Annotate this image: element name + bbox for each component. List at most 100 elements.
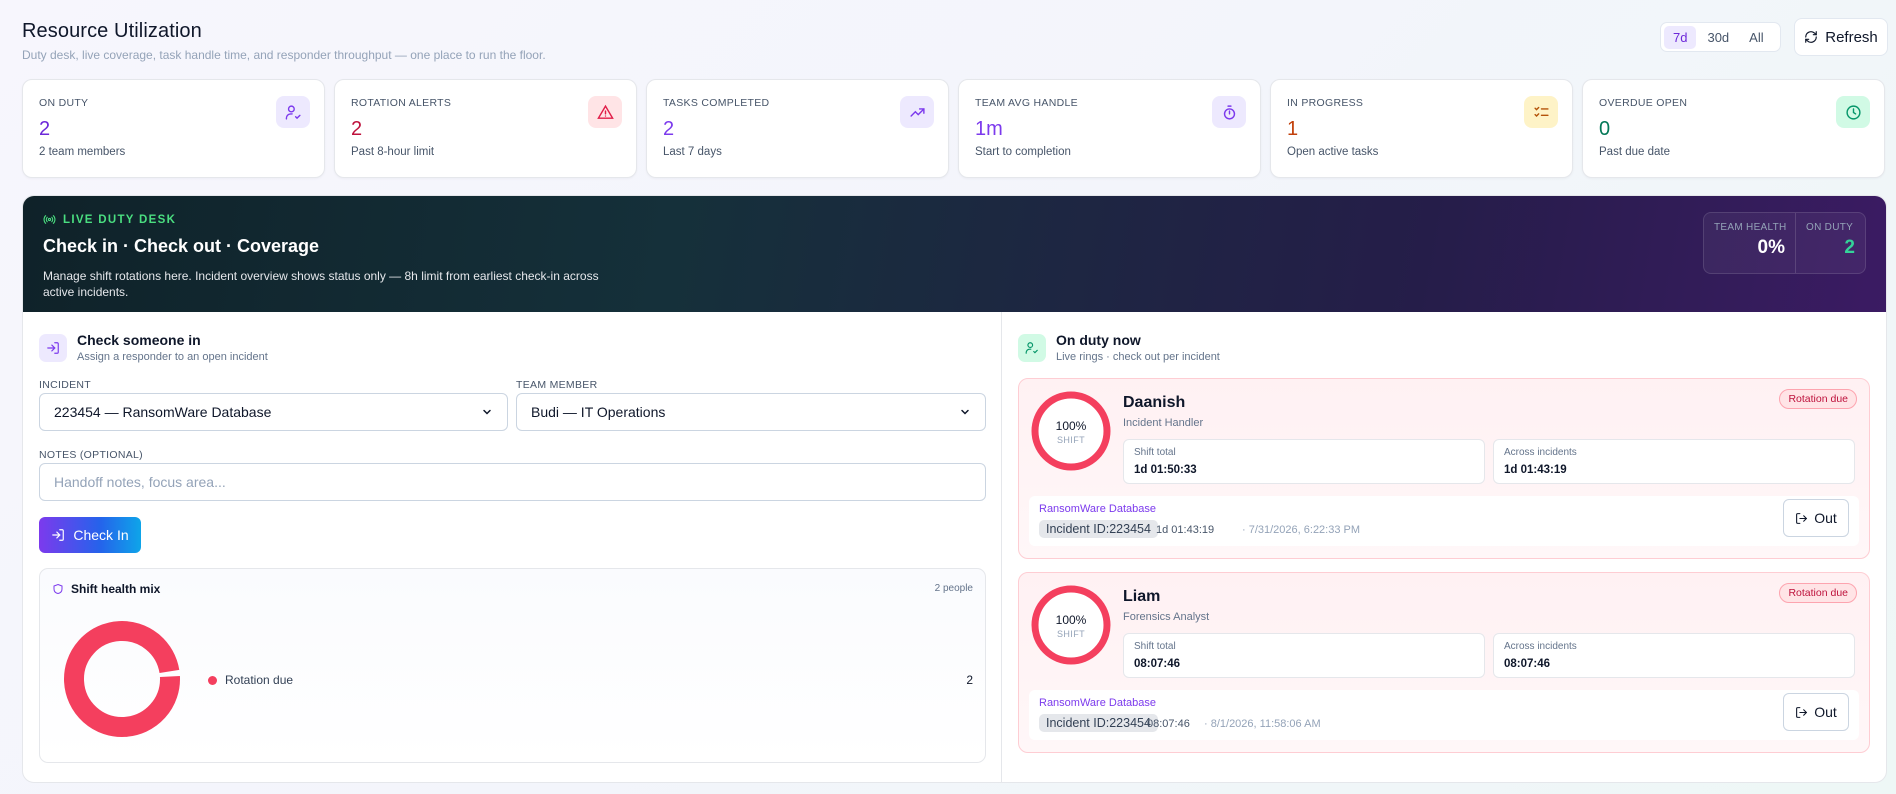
- check-out-button[interactable]: Out: [1783, 499, 1849, 537]
- shift-total-label: Shift total: [1134, 641, 1176, 652]
- incident-id-badge: Incident ID:223454: [1039, 714, 1158, 732]
- across-incidents-label: Across incidents: [1504, 447, 1577, 458]
- kpi-label: ON DUTY: [39, 97, 89, 109]
- across-incidents-value: 08:07:46: [1504, 658, 1551, 670]
- across-incidents-stat: Across incidents 08:07:46: [1493, 633, 1855, 678]
- range-7d[interactable]: 7d: [1664, 25, 1697, 49]
- rotation-due-badge: Rotation due: [1779, 583, 1857, 603]
- duty-card: 100% SHIFT Liam Forensics Analyst Rotati…: [1018, 572, 1870, 753]
- incident-checkin-time: · 8/1/2026, 11:58:06 AM: [1204, 718, 1321, 730]
- legend-value: 2: [966, 673, 973, 687]
- kpi-overdue-open: OVERDUE OPEN 0 Past due date: [1582, 79, 1885, 178]
- clock-icon: [1836, 96, 1870, 128]
- kpi-in-progress: IN PROGRESS 1 Open active tasks: [1270, 79, 1573, 178]
- team-health-value: 0%: [1757, 237, 1785, 258]
- refresh-button[interactable]: Refresh: [1794, 18, 1888, 56]
- kpi-on-duty: ON DUTY 2 2 team members: [22, 79, 325, 178]
- kpi-sub: Past due date: [1599, 146, 1670, 158]
- notes-input[interactable]: [39, 463, 986, 501]
- team-health-box: TEAM HEALTH 0% ON DUTY 2: [1703, 212, 1866, 274]
- kpi-team-avg-handle: TEAM AVG HANDLE 1m Start to completion: [958, 79, 1261, 178]
- on-duty-header: On duty now Live rings · check out per i…: [1018, 332, 1220, 363]
- donut-segment-rotation-due: [63, 621, 180, 737]
- shift-health-donut: [63, 621, 180, 737]
- check-out-label: Out: [1814, 704, 1837, 720]
- person-role: Incident Handler: [1123, 417, 1204, 429]
- shift-total-value: 08:07:46: [1134, 658, 1181, 670]
- team-member-select-value: Budi — IT Operations: [531, 404, 666, 420]
- incident-name-link[interactable]: RansomWare Database: [1039, 503, 1156, 515]
- mix-title: Shift health mix: [52, 582, 160, 596]
- shift-ring: 100% SHIFT: [1031, 585, 1111, 665]
- team-health-label: TEAM HEALTH: [1714, 222, 1787, 233]
- trending-up-icon: [900, 96, 934, 128]
- banner-tag: LIVE DUTY DESK: [43, 213, 1866, 226]
- user-check-icon: [1018, 333, 1046, 362]
- range-all[interactable]: All: [1740, 26, 1772, 49]
- incident-name-link[interactable]: RansomWare Database: [1039, 697, 1156, 709]
- incident-row: RansomWare Database Incident ID:223454 0…: [1029, 690, 1859, 740]
- team-member-select[interactable]: Budi — IT Operations: [516, 393, 986, 431]
- kpi-value: 2: [351, 118, 363, 140]
- legend-dot: [208, 675, 217, 685]
- log-out-icon: [1796, 706, 1808, 718]
- duty-desk-banner: LIVE DUTY DESK Check in · Check out · Co…: [23, 196, 1886, 312]
- kpi-sub: Last 7 days: [663, 146, 722, 158]
- duty-card: 100% SHIFT Daanish Incident Handler Rota…: [1018, 378, 1870, 559]
- check-in-subtitle: Assign a responder to an open incident: [77, 351, 268, 363]
- check-out-button[interactable]: Out: [1783, 693, 1849, 731]
- shift-ring-label: SHIFT: [1057, 629, 1085, 639]
- log-in-icon: [39, 333, 67, 362]
- range-toggle: 7d 30d All: [1660, 22, 1781, 52]
- kpi-value: 1m: [975, 118, 1003, 140]
- kpi-value: 0: [1599, 118, 1611, 140]
- kpi-sub: Open active tasks: [1287, 146, 1379, 158]
- kpi-row: ON DUTY 2 2 team members ROTATION ALERTS…: [22, 79, 1885, 178]
- across-incidents-stat: Across incidents 1d 01:43:19: [1493, 439, 1855, 484]
- team-member-label: TEAM MEMBER: [516, 379, 598, 391]
- on-duty-subtitle: Live rings · check out per incident: [1056, 351, 1220, 363]
- kpi-tasks-completed: TASKS COMPLETED 2 Last 7 days: [646, 79, 949, 178]
- on-duty-label: ON DUTY: [1806, 222, 1854, 233]
- person-name: Daanish: [1123, 394, 1186, 411]
- chevron-down-icon: [961, 409, 969, 415]
- incident-select-value: 223454 — RansomWare Database: [54, 404, 272, 420]
- incident-id-badge: Incident ID:223454: [1039, 520, 1158, 538]
- shift-total-label: Shift total: [1134, 447, 1176, 458]
- duty-desk-panel: LIVE DUTY DESK Check in · Check out · Co…: [22, 195, 1887, 783]
- list-checks-icon: [1524, 96, 1558, 128]
- shift-ring-label: SHIFT: [1057, 435, 1085, 445]
- incident-label: INCIDENT: [39, 379, 91, 391]
- banner-title: Check in · Check out · Coverage: [43, 236, 320, 256]
- incident-row: RansomWare Database Incident ID:223454 1…: [1029, 496, 1859, 546]
- kpi-label: OVERDUE OPEN: [1599, 97, 1688, 109]
- incident-elapsed: 1d 01:43:19: [1156, 524, 1215, 536]
- kpi-label: TASKS COMPLETED: [663, 97, 770, 109]
- kpi-label: TEAM AVG HANDLE: [975, 97, 1078, 109]
- kpi-label: IN PROGRESS: [1287, 97, 1364, 109]
- legend-label: Rotation due: [225, 673, 294, 687]
- page-header: Resource Utilization Duty desk, live cov…: [22, 20, 546, 62]
- incident-select[interactable]: 223454 — RansomWare Database: [39, 393, 508, 431]
- check-in-header: Check someone in Assign a responder to a…: [39, 332, 268, 363]
- on-duty-title: On duty now: [1056, 332, 1141, 348]
- range-30d[interactable]: 30d: [1698, 26, 1738, 49]
- check-in-button[interactable]: Check In: [39, 517, 141, 553]
- rotation-due-badge: Rotation due: [1779, 389, 1857, 409]
- page-subtitle: Duty desk, live coverage, task handle ti…: [22, 48, 546, 62]
- check-in-button-label: Check In: [73, 527, 129, 543]
- across-incidents-label: Across incidents: [1504, 641, 1577, 652]
- kpi-sub: Past 8-hour limit: [351, 146, 435, 158]
- log-in-icon: [52, 529, 65, 541]
- on-duty-section: On duty now Live rings · check out per i…: [1002, 312, 1886, 782]
- person-role: Forensics Analyst: [1123, 611, 1210, 623]
- shift-total-stat: Shift total 08:07:46: [1123, 633, 1485, 678]
- shift-ring: 100% SHIFT: [1031, 391, 1111, 471]
- shift-total-stat: Shift total 1d 01:50:33: [1123, 439, 1485, 484]
- refresh-label: Refresh: [1825, 28, 1878, 46]
- kpi-rotation-alerts: ROTATION ALERTS 2 Past 8-hour limit: [334, 79, 637, 178]
- radio-icon: [43, 215, 56, 224]
- incident-checkin-time: · 7/31/2026, 6:22:33 PM: [1242, 524, 1361, 536]
- shift-total-value: 1d 01:50:33: [1134, 464, 1197, 476]
- check-in-section: Check someone in Assign a responder to a…: [23, 312, 1002, 782]
